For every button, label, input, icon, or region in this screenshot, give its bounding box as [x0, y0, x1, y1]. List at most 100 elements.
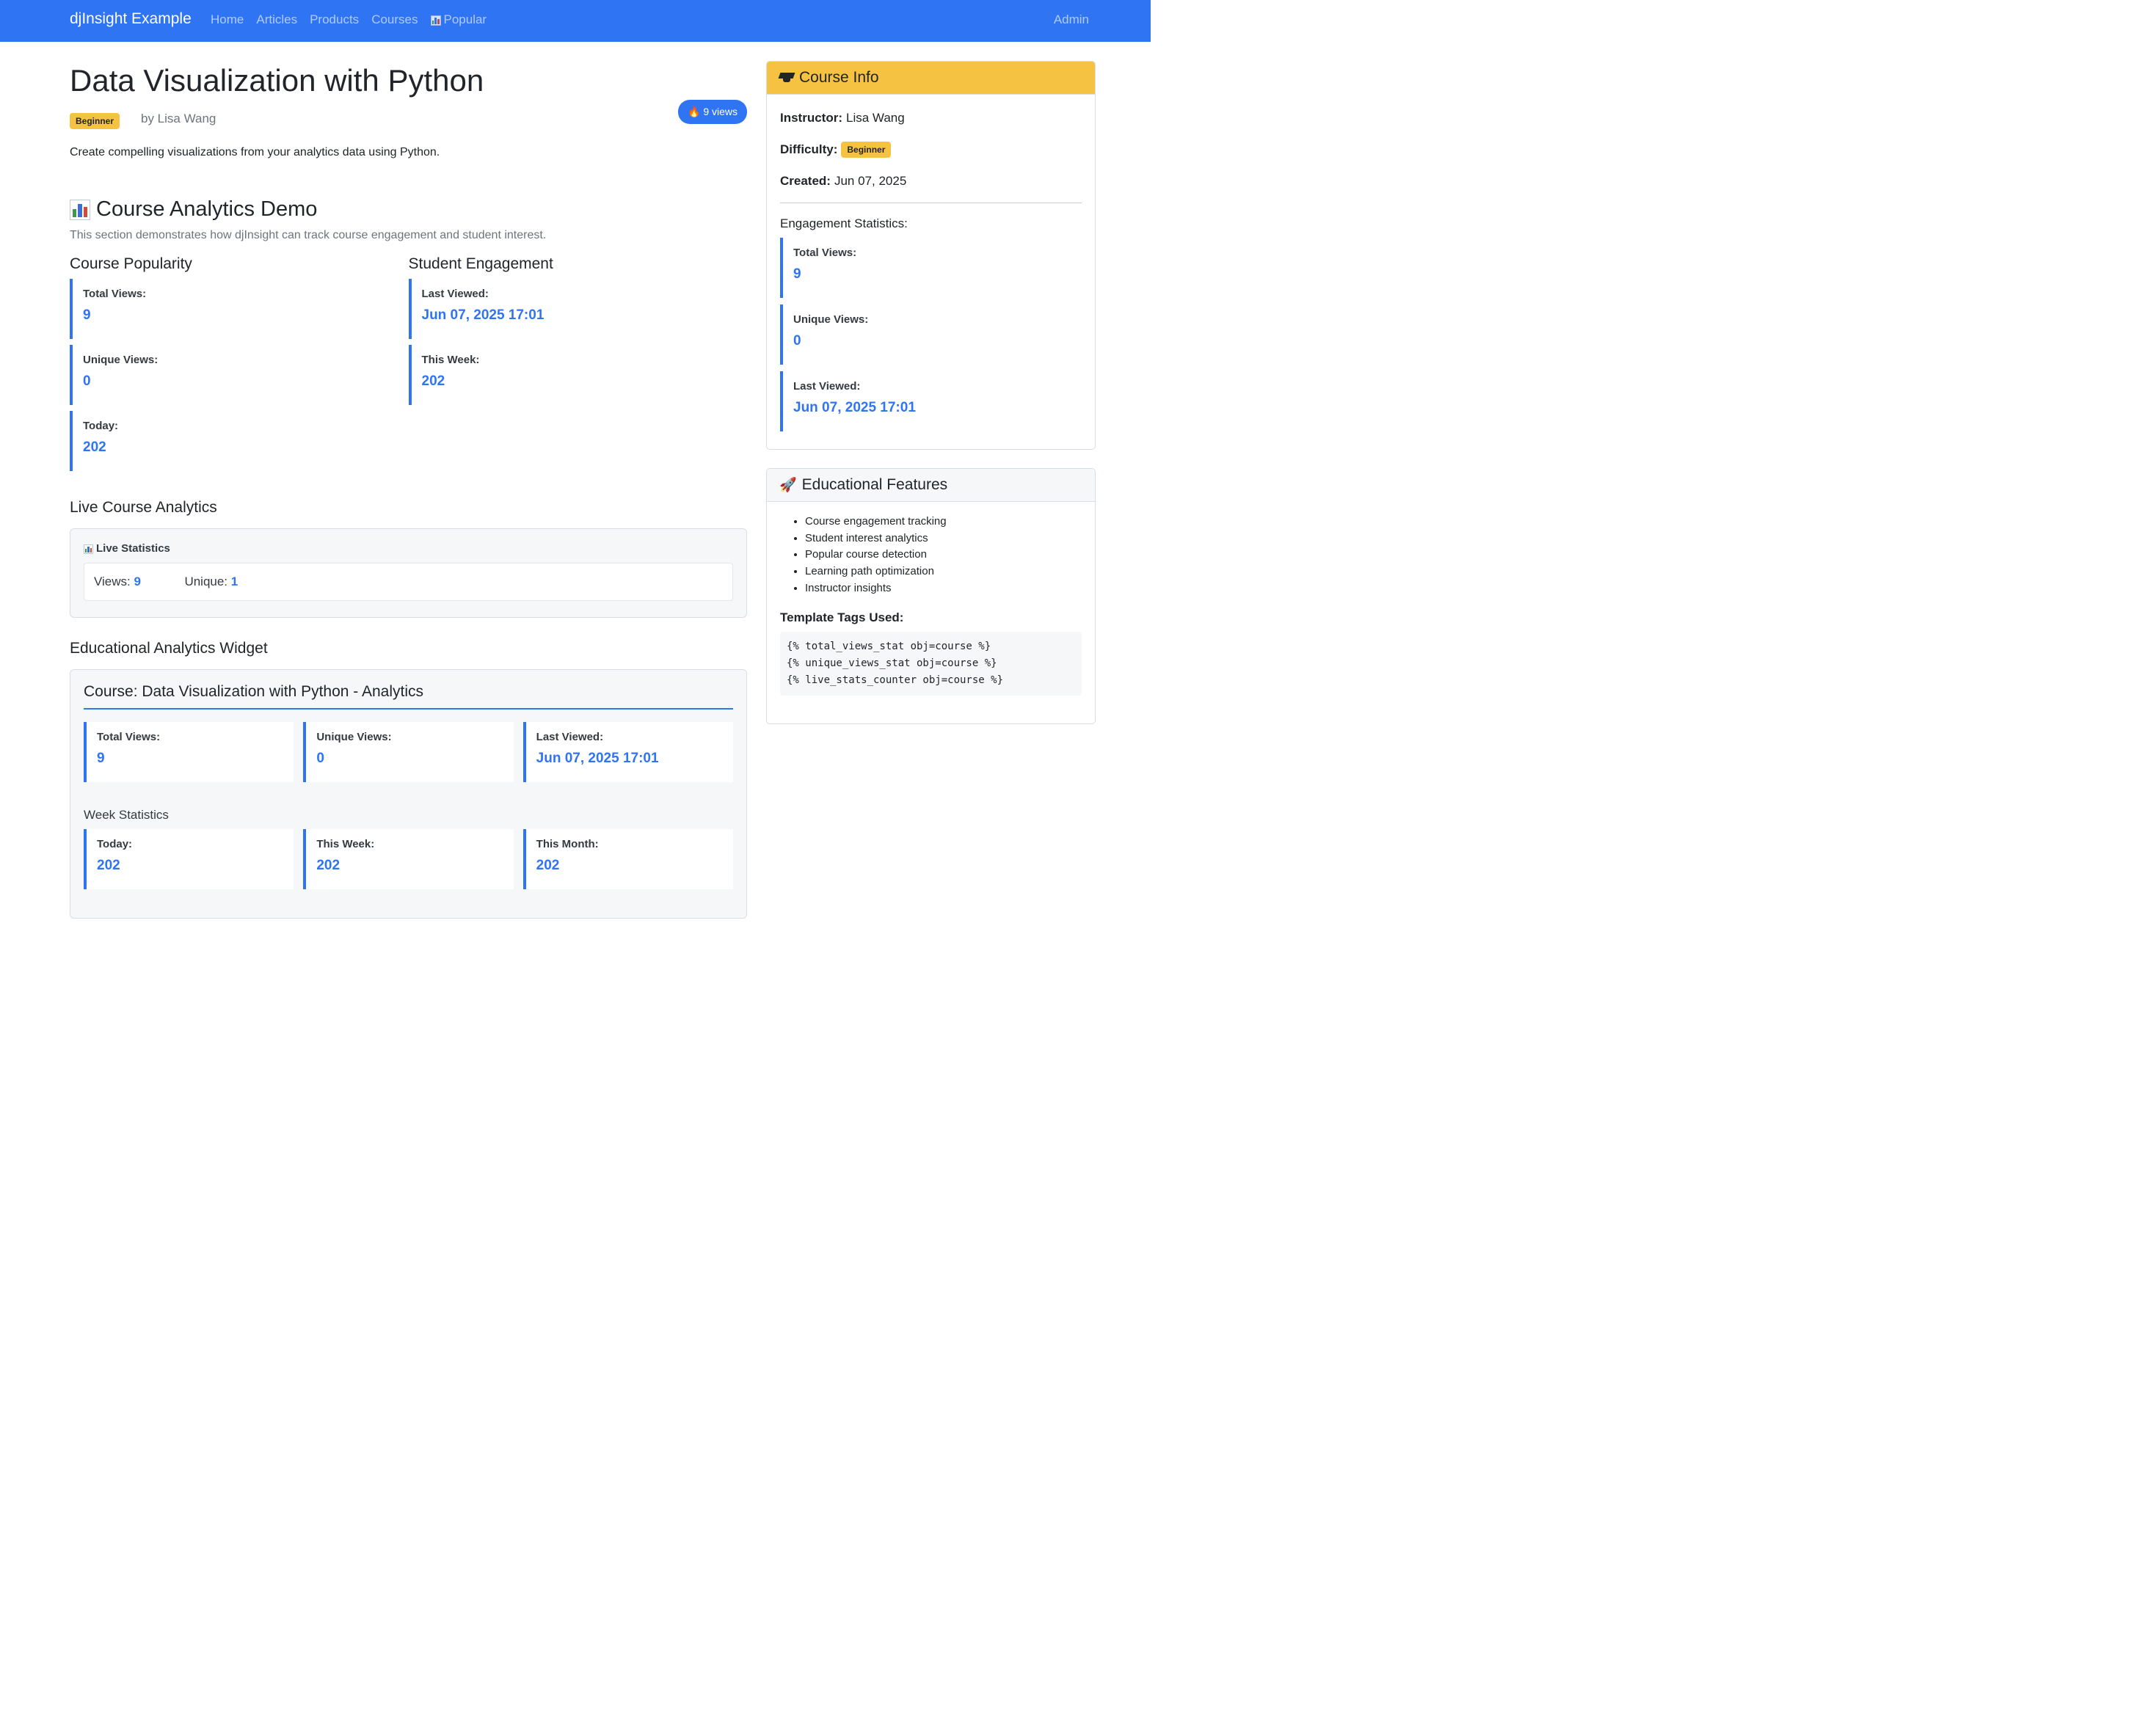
course-info-body: Instructor: Lisa Wang Difficulty: Beginner…: [767, 95, 1095, 449]
fire-icon: 🔥: [687, 106, 701, 117]
stat-value: 0: [316, 751, 324, 766]
code-line: {% unique_views_stat obj=course %}: [787, 657, 997, 669]
stat-label: This Month:: [536, 838, 599, 850]
nav-link-articles[interactable]: Articles: [256, 12, 297, 27]
stat-label: Total Views:: [83, 288, 147, 300]
nav-link-admin[interactable]: Admin: [1054, 12, 1089, 27]
analytics-widget-heading: Educational Analytics Widget: [70, 640, 268, 657]
instructor-label: Instructor:: [780, 110, 842, 125]
widget-stats-row: Total Views: 9 Unique Views: 0 Last View…: [84, 722, 733, 782]
widget-title: Course: Data Visualization with Python -…: [84, 683, 733, 710]
stat-value: Jun 07, 2025 17:01: [793, 400, 916, 415]
stat-value: 202: [97, 858, 120, 873]
stat-card-total-views: Total Views: 9: [780, 238, 1082, 298]
stat-value: Jun 07, 2025 17:01: [536, 751, 659, 766]
course-popularity-column: Course Popularity Total Views: 9 Unique …: [70, 255, 409, 477]
difficulty-row: Difficulty: Beginner: [780, 139, 1082, 159]
bar-chart-icon: [70, 199, 90, 220]
stat-label: Total Views:: [97, 731, 161, 743]
page-title: Data Visualization with Python: [70, 63, 484, 98]
course-popularity-heading: Course Popularity: [70, 255, 192, 272]
live-statistics-box: Live Statistics Views: 9 Unique: 1: [70, 528, 747, 618]
stat-card-this-week: This Week: 202: [408, 345, 747, 405]
main-content: Data Visualization with Python Beginner …: [70, 62, 747, 919]
list-item: Course engagement tracking: [805, 514, 1082, 530]
nav-link-products[interactable]: Products: [310, 12, 359, 27]
stat-value: 0: [793, 333, 801, 349]
stat-card-today: Today: 202: [70, 411, 409, 471]
stat-label: This Week:: [421, 354, 480, 366]
difficulty-badge: Beginner: [70, 113, 120, 129]
template-tags-heading: Template Tags Used:: [780, 610, 904, 624]
stat-value: 202: [421, 373, 445, 389]
stat-value: 9: [97, 751, 105, 766]
demo-columns: Course Popularity Total Views: 9 Unique …: [70, 255, 747, 477]
rocket-icon: 🚀: [779, 478, 797, 493]
code-line: {% live_stats_counter obj=course %}: [787, 674, 1004, 686]
live-views-label: Views:: [94, 575, 131, 588]
course-description: Create compelling visualizations from yo…: [70, 146, 440, 158]
list-item: Learning path optimization: [805, 564, 1082, 580]
template-tags-code: {% total_views_stat obj=course %} {% uniq…: [780, 631, 1082, 696]
difficulty-label: Difficulty:: [780, 142, 838, 156]
views-pill: 🔥 9 views: [677, 100, 747, 124]
student-engagement-column: Student Engagement Last Viewed: Jun 07, …: [408, 255, 747, 477]
stat-label: Unique Views:: [793, 313, 869, 326]
course-info-header: Course Info: [767, 62, 1095, 95]
stat-value: Jun 07, 2025 17:01: [421, 307, 545, 323]
live-analytics-heading: Live Course Analytics: [70, 499, 217, 516]
stat-card-last-viewed: Last Viewed: Jun 07, 2025 17:01: [780, 371, 1082, 431]
views-pill-text: 9 views: [703, 106, 738, 117]
stat-value: 202: [536, 858, 560, 873]
course-info-card: Course Info Instructor: Lisa Wang Difficu…: [766, 61, 1096, 450]
stat-label: Today:: [83, 420, 119, 432]
stat-label: Unique Views:: [83, 354, 159, 366]
stat-card-unique-views: Unique Views: 0: [303, 722, 514, 782]
stat-value: 202: [316, 858, 341, 873]
bar-chart-icon: [84, 544, 93, 554]
code-line: {% total_views_stat obj=course %}: [787, 640, 991, 652]
analytics-demo-heading: Course Analytics Demo: [70, 197, 747, 222]
created-row: Created: Jun 07, 2025: [780, 171, 1082, 191]
educational-features-header: 🚀 Educational Features: [767, 469, 1095, 502]
created-value: Jun 07, 2025: [834, 173, 907, 188]
stat-value: 9: [793, 266, 801, 282]
engagement-statistics-heading: Engagement Statistics:: [780, 216, 908, 230]
analytics-widget: Course: Data Visualization with Python -…: [70, 669, 747, 919]
nav-link-home[interactable]: Home: [211, 12, 244, 27]
features-list: Course engagement tracking Student inter…: [780, 514, 1082, 597]
stat-label: Today:: [97, 838, 133, 850]
stat-card-unique-views: Unique Views: 0: [70, 345, 409, 405]
live-views-value: 9: [134, 575, 141, 588]
stat-value: 202: [83, 440, 106, 455]
educational-features-card: 🚀 Educational Features Course engagement …: [766, 468, 1096, 724]
instructor-row: Instructor: Lisa Wang: [780, 108, 1082, 128]
nav-links: Home Articles Products Courses Popular: [211, 12, 487, 27]
live-counter: Views: 9 Unique: 1: [84, 563, 733, 601]
stat-card-last-viewed: Last Viewed: Jun 07, 2025 17:01: [522, 722, 733, 782]
educational-features-title: Educational Features: [801, 476, 948, 493]
stat-card-last-viewed: Last Viewed: Jun 07, 2025 17:01: [408, 279, 747, 339]
nav-link-popular[interactable]: Popular: [430, 12, 487, 27]
stat-card-this-month: This Month: 202: [522, 829, 733, 889]
stat-label: This Week:: [316, 838, 375, 850]
stat-label: Last Viewed:: [421, 288, 489, 300]
stat-value: 9: [83, 307, 91, 323]
student-engagement-heading: Student Engagement: [408, 255, 553, 272]
stat-card-total-views: Total Views: 9: [84, 722, 294, 782]
stat-card-this-week: This Week: 202: [303, 829, 514, 889]
top-navbar: djInsight Example Home Articles Products…: [0, 0, 1151, 42]
nav-link-courses[interactable]: Courses: [371, 12, 418, 27]
difficulty-badge: Beginner: [841, 141, 892, 158]
stat-card-unique-views: Unique Views: 0: [780, 304, 1082, 365]
analytics-demo-subtitle: This section demonstrates how djInsight …: [70, 229, 547, 241]
brand-link[interactable]: djInsight Example: [70, 10, 192, 28]
list-item: Student interest analytics: [805, 530, 1082, 547]
stat-label: Last Viewed:: [536, 731, 604, 743]
nav-link-popular-label: Popular: [443, 12, 487, 26]
live-unique-label: Unique:: [184, 575, 228, 588]
analytics-demo-heading-text: Course Analytics Demo: [96, 197, 318, 221]
stat-label: Unique Views:: [316, 731, 392, 743]
live-statistics-title: Live Statistics: [84, 542, 733, 555]
created-label: Created:: [780, 173, 831, 188]
